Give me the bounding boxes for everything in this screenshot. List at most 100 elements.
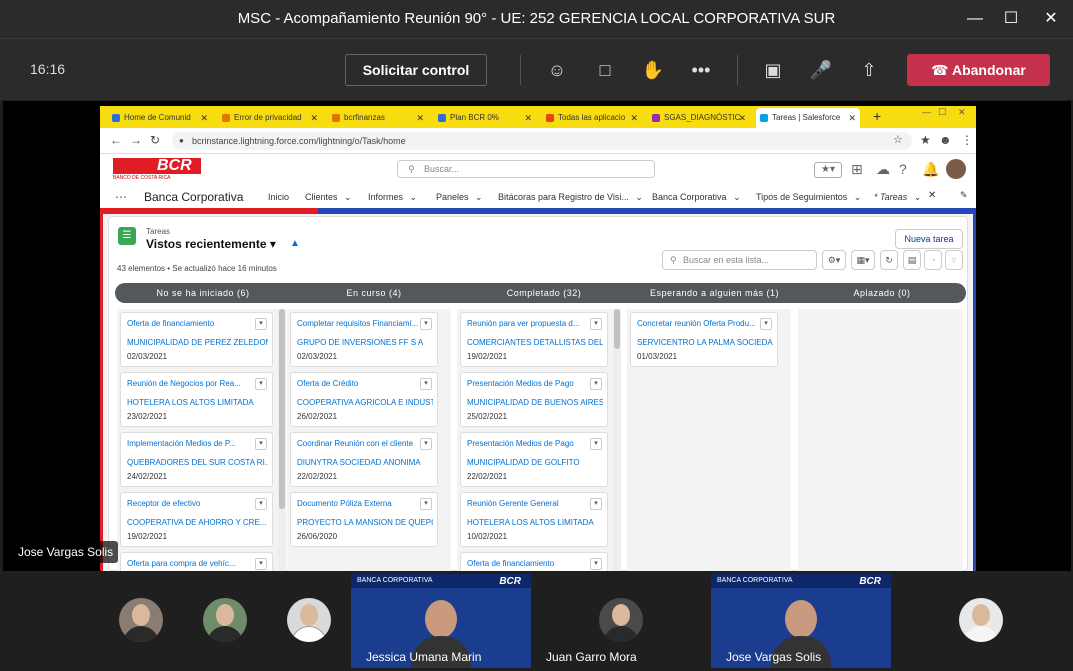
new-tab-icon[interactable]: + (873, 108, 881, 124)
chevron-down-icon[interactable]: ▾ (255, 498, 267, 510)
global-search-input[interactable]: ⚲ Buscar... (397, 160, 655, 178)
nav-item[interactable]: Paneles ⌄ (436, 192, 483, 203)
notifications-icon[interactable]: 🔔 (922, 161, 939, 178)
chart-icon[interactable]: ▤ (903, 250, 921, 270)
browser-tab[interactable]: Tareas | Salesforce ✕ (756, 108, 860, 128)
task-account-link[interactable]: HOTELERA LOS ALTOS LIMITADA (467, 518, 603, 527)
bookmark-star-icon[interactable]: ☆ (893, 133, 903, 146)
participant-avatar[interactable] (959, 598, 1003, 642)
task-card[interactable]: Reunión Gerente General ▾ HOTELERA LOS ALT… (460, 492, 608, 547)
maximize-icon[interactable]: ☐ (998, 6, 1024, 32)
task-subject-link[interactable]: Oferta de financiamiento (467, 559, 591, 568)
request-control-button[interactable]: Solicitar control (345, 54, 487, 86)
task-account-link[interactable]: MUNICIPALIDAD DE GOLFITO (467, 458, 603, 467)
share-icon[interactable]: ⇧ (856, 57, 882, 83)
task-card[interactable]: Reunión de Negocios por Rea... ▾ HOTELERA … (120, 372, 273, 427)
minimize-icon[interactable]: — (962, 6, 988, 32)
refresh-icon[interactable]: ↻ (880, 250, 898, 270)
display-as-icon[interactable]: ▦▾ (851, 250, 875, 270)
nav-item[interactable]: Tipos de Seguimientos ⌄ (756, 192, 861, 203)
chevron-down-icon[interactable]: ▾ (420, 378, 432, 390)
settings-icon[interactable]: ⚙▾ (822, 250, 846, 270)
browser-tab[interactable]: Todas las aplicacio ✕ (542, 108, 642, 128)
task-subject-link[interactable]: Completar requisitos Financiamí... (297, 319, 421, 328)
task-card[interactable]: Implementación Medios de P... ▾ QUEBRADORE… (120, 432, 273, 487)
nav-item[interactable]: * Tareas ⌄ (874, 192, 921, 203)
task-card[interactable]: Completar requisitos Financiamí... ▾ GRUPO… (290, 312, 438, 367)
task-account-link[interactable]: DIUNYTRA SOCIEDAD ANONIMA (297, 458, 433, 467)
browser-tab[interactable]: Plan BCR 0% ✕ (434, 108, 536, 128)
forward-icon[interactable]: → (130, 133, 142, 147)
task-subject-link[interactable]: Implementación Medios de P... (127, 439, 256, 448)
task-account-link[interactable]: GRUPO DE INVERSIONES FF S A (297, 338, 433, 347)
browser-tab[interactable]: Error de privacidad ✕ (218, 108, 322, 128)
task-card[interactable]: Oferta de financiamiento ▾ MUNICIPALIDAD D… (120, 312, 273, 367)
task-subject-link[interactable]: Receptor de efectivo (127, 499, 256, 508)
task-card[interactable]: Presentación Medios de Pago ▾ MUNICIPALIDA… (460, 372, 608, 427)
maximize-icon[interactable]: ☐ (938, 107, 946, 118)
chevron-down-icon[interactable]: ▾ (255, 558, 267, 570)
url-input[interactable]: ● bcrinstance.lightning.force.com/lightni… (172, 132, 912, 150)
scroll-thumb[interactable] (279, 309, 285, 509)
nav-item[interactable]: Bitácoras para Registro de Visi... ⌄ (498, 192, 643, 203)
pie-icon[interactable]: ◔ (924, 250, 942, 270)
browser-tab[interactable]: bcrfinanzas ✕ (328, 108, 428, 128)
mic-off-icon[interactable]: 🎤 (808, 57, 834, 83)
task-subject-link[interactable]: Reunión para ver propuesta d... (467, 319, 591, 328)
reactions-icon[interactable]: ✋ (640, 57, 666, 83)
close-tab-icon[interactable]: ✕ (524, 108, 532, 128)
nav-item[interactable]: Informes ⌄ (368, 192, 417, 203)
task-subject-link[interactable]: Presentación Medios de Pago (467, 379, 591, 388)
chevron-down-icon[interactable]: ▾ (760, 318, 772, 330)
close-tab-icon[interactable]: ✕ (310, 108, 318, 128)
task-card[interactable]: Reunión para ver propuesta d... ▾ COMERCIA… (460, 312, 608, 367)
setup-assistant-icon[interactable]: ☁ (876, 161, 890, 178)
task-subject-link[interactable]: Reunión de Negocios por Rea... (127, 379, 256, 388)
list-search-input[interactable]: ⚲ Buscar en esta lista... (662, 250, 817, 270)
task-subject-link[interactable]: Documento Póliza Externa (297, 499, 421, 508)
task-subject-link[interactable]: Concretar reunión Oferta Produ... (637, 319, 761, 328)
task-account-link[interactable]: COMERCIANTES DETALLISTAS DEL ... (467, 338, 603, 347)
app-launcher-icon[interactable]: ⋯ (115, 190, 127, 204)
task-card[interactable]: Concretar reunión Oferta Produ... ▾ SERVIC… (630, 312, 778, 367)
list-view-selector[interactable]: Vistos recientemente ▾ (146, 237, 276, 251)
task-card[interactable]: Oferta para compra de vehíc... ▾ (120, 552, 273, 571)
chevron-down-icon[interactable]: ▾ (420, 318, 432, 330)
nav-item[interactable]: Clientes ⌄ (305, 192, 352, 203)
close-icon[interactable]: ✕ (958, 107, 966, 118)
participant-avatar[interactable] (119, 598, 163, 642)
user-avatar[interactable] (946, 159, 966, 179)
chevron-down-icon[interactable]: ▾ (590, 378, 602, 390)
task-card[interactable]: Oferta de financiamiento ▾ (460, 552, 608, 571)
participant-avatar[interactable] (599, 598, 643, 642)
task-account-link[interactable]: COOPERATIVA DE AHORRO Y CRE... (127, 518, 268, 527)
profile-icon[interactable]: ☻ (939, 133, 952, 147)
task-account-link[interactable]: COOPERATIVA AGRICOLA E INDUSTRI... (297, 398, 433, 407)
participant-avatar[interactable] (203, 598, 247, 642)
task-subject-link[interactable]: Oferta para compra de vehíc... (127, 559, 256, 568)
chevron-down-icon[interactable]: ▾ (590, 438, 602, 450)
back-icon[interactable]: ← (110, 133, 122, 147)
task-account-link[interactable]: HOTELERA LOS ALTOS LIMITADA (127, 398, 268, 407)
task-account-link[interactable]: QUEBRADORES DEL SUR COSTA RI... (127, 458, 268, 467)
chevron-down-icon[interactable]: ▾ (590, 498, 602, 510)
favorites-icon[interactable]: ★▾ (814, 162, 842, 178)
close-tab-icon[interactable]: ✕ (200, 108, 208, 128)
close-tab-icon[interactable]: ✕ (738, 108, 746, 128)
filter-icon[interactable]: ▿ (945, 250, 963, 270)
task-card[interactable]: Receptor de efectivo ▾ COOPERATIVA DE AHOR… (120, 492, 273, 547)
task-account-link[interactable]: MUNICIPALIDAD DE BUENOS AIRES (467, 398, 603, 407)
more-icon[interactable]: ••• (688, 57, 714, 83)
edit-nav-icon[interactable]: ✎ (960, 190, 968, 201)
close-tab-icon[interactable]: ✕ (928, 190, 936, 201)
participants-icon[interactable]: ☺ (544, 57, 570, 83)
task-account-link[interactable]: SERVICENTRO LA PALMA SOCIEDAD A... (637, 338, 773, 347)
task-card[interactable]: Documento Póliza Externa ▾ PROYECTO LA MAN… (290, 492, 438, 547)
chevron-down-icon[interactable]: ▾ (590, 558, 602, 570)
participant-avatar[interactable] (287, 598, 331, 642)
chevron-down-icon[interactable]: ▾ (590, 318, 602, 330)
task-subject-link[interactable]: Presentación Medios de Pago (467, 439, 591, 448)
close-icon[interactable]: ✕ (1038, 6, 1064, 32)
minimize-icon[interactable]: — (922, 107, 931, 117)
task-account-link[interactable]: MUNICIPALIDAD DE PEREZ ZELEDON (127, 338, 268, 347)
